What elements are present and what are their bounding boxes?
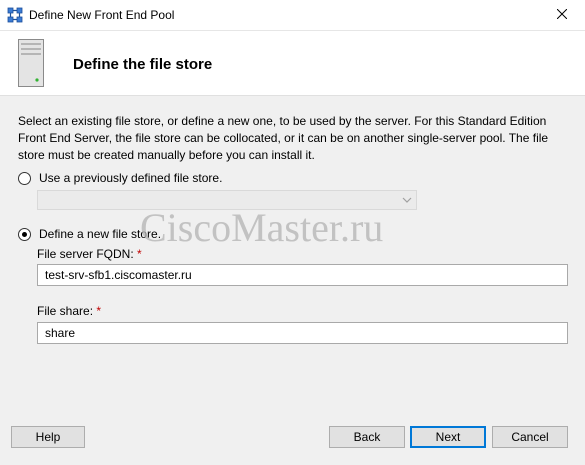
existing-file-store-dropdown [37, 190, 417, 210]
file-share-label-text: File share: [37, 304, 94, 318]
radio-define-new-label: Define a new file store. [39, 227, 162, 241]
page-title: Define the file store [73, 56, 213, 73]
file-share-input[interactable]: share [37, 322, 568, 344]
pool-icon [7, 7, 23, 23]
help-button[interactable]: Help [11, 426, 85, 448]
fqdn-input[interactable]: test-srv-sfb1.ciscomaster.ru [37, 264, 568, 286]
title-bar: Define New Front End Pool [0, 0, 585, 31]
wizard-header: Define the file store [0, 31, 585, 96]
next-button[interactable]: Next [410, 426, 486, 448]
fqdn-label: File server FQDN: * [37, 247, 142, 261]
description-text: Select an existing file store, or define… [18, 114, 549, 162]
close-icon [556, 8, 568, 22]
fqdn-label-text: File server FQDN: [37, 247, 134, 261]
server-icon [18, 39, 44, 87]
radio-define-new[interactable]: Define a new file store. [18, 227, 161, 241]
radio-button-selected[interactable] [18, 227, 31, 241]
back-button[interactable]: Back [329, 426, 405, 448]
radio-use-existing-label: Use a previously defined file store. [39, 171, 223, 185]
radio-use-existing[interactable]: Use a previously defined file store. [18, 171, 222, 185]
required-asterisk: * [96, 304, 102, 318]
chevron-down-icon [402, 194, 412, 208]
radio-button-unselected[interactable] [18, 171, 31, 185]
file-share-label: File share: * [37, 304, 101, 318]
close-button[interactable] [539, 0, 585, 30]
cancel-button[interactable]: Cancel [492, 426, 568, 448]
radio-selected-dot [22, 231, 27, 237]
window-title: Define New Front End Pool [29, 8, 175, 22]
required-asterisk: * [137, 247, 142, 261]
